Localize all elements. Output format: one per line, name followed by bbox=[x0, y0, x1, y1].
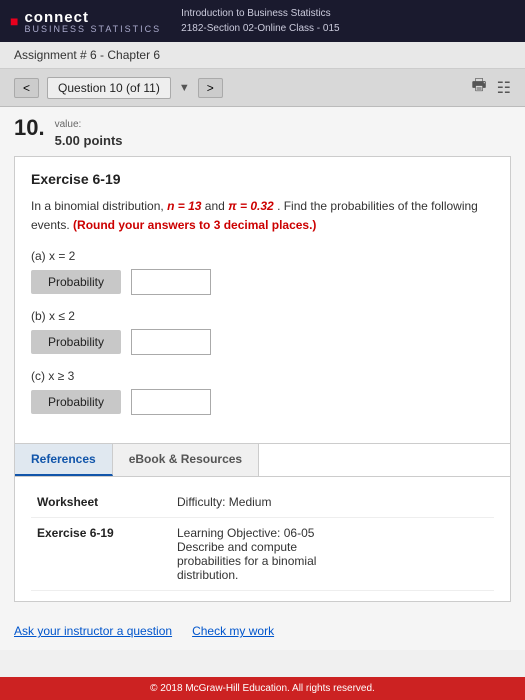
prev-question-button[interactable]: < bbox=[14, 78, 39, 98]
desc-part1: In a binomial distribution, bbox=[31, 199, 167, 213]
assignment-bar: Assignment # 6 - Chapter 6 bbox=[0, 42, 525, 69]
exercise-val-2: Describe and compute bbox=[177, 540, 297, 554]
exercise-title: Exercise 6-19 bbox=[31, 171, 494, 187]
sub-question-c: (c) x ≥ 3 Probability bbox=[31, 369, 494, 415]
sub-b-text: (b) x ≤ 2 bbox=[31, 309, 75, 323]
table-row-exercise: Exercise 6-19 Learning Objective: 06-05 … bbox=[31, 518, 494, 591]
question-points: 5.00 points bbox=[55, 133, 123, 148]
exercise-card: Exercise 6-19 In a binomial distribution… bbox=[14, 156, 511, 444]
prob-row-b: Probability bbox=[31, 329, 494, 355]
course-line1: Introduction to Business Statistics bbox=[181, 8, 331, 19]
sub-a-text: (a) x = 2 bbox=[31, 249, 75, 263]
tab-ebook[interactable]: eBook & Resources bbox=[113, 444, 259, 476]
sub-question-b: (b) x ≤ 2 Probability bbox=[31, 309, 494, 355]
prob-input-c[interactable] bbox=[131, 389, 211, 415]
exercise-val-1: Learning Objective: 06-05 bbox=[177, 526, 314, 540]
references-table: Worksheet Difficulty: Medium Exercise 6-… bbox=[31, 487, 494, 591]
sub-question-a: (a) x = 2 Probability bbox=[31, 249, 494, 295]
tab-references[interactable]: References bbox=[15, 444, 113, 476]
worksheet-value: Difficulty: Medium bbox=[171, 487, 494, 518]
references-tabs: References eBook & Resources bbox=[15, 444, 510, 477]
next-question-button[interactable]: > bbox=[198, 78, 223, 98]
table-row-worksheet: Worksheet Difficulty: Medium bbox=[31, 487, 494, 518]
question-nav-bar: < Question 10 (of 11) ▼ > 🖶 ☷ bbox=[0, 69, 525, 107]
question-number: 10. bbox=[14, 117, 45, 139]
prob-label-b: Probability bbox=[31, 330, 121, 354]
sub-b-label: (b) x ≤ 2 bbox=[31, 309, 494, 323]
question-value-label: value: bbox=[55, 117, 123, 133]
grid-icon[interactable]: ☷ bbox=[497, 78, 511, 98]
course-info: Introduction to Business Statistics 2182… bbox=[181, 6, 339, 36]
worksheet-label: Worksheet bbox=[31, 487, 171, 518]
main-content: 10. value: 5.00 points Exercise 6-19 In … bbox=[0, 107, 525, 612]
prob-label-c: Probability bbox=[31, 390, 121, 414]
desc-n-val: n = 13 bbox=[167, 199, 201, 213]
logo-icon: ■ bbox=[10, 13, 18, 29]
course-line2: 2182-Section 02-Online Class - 015 bbox=[181, 23, 339, 34]
nav-dropdown-icon[interactable]: ▼ bbox=[179, 82, 190, 94]
logo-text: connect bbox=[24, 9, 89, 26]
ask-instructor-link[interactable]: Ask your instructor a question bbox=[14, 624, 172, 638]
prob-row-c: Probability bbox=[31, 389, 494, 415]
app-header: ■ connect BUSINESS STATISTICS Introducti… bbox=[0, 0, 525, 42]
page-footer: © 2018 McGraw-Hill Education. All rights… bbox=[0, 677, 525, 700]
prob-label-a: Probability bbox=[31, 270, 121, 294]
logo-sub: BUSINESS STATISTICS bbox=[24, 24, 161, 34]
assignment-label: Assignment # 6 - Chapter 6 bbox=[14, 48, 160, 62]
references-content: Worksheet Difficulty: Medium Exercise 6-… bbox=[15, 477, 510, 601]
round-note: (Round your answers to 3 decimal places.… bbox=[73, 218, 316, 232]
desc-pi-val: π = 0.32 bbox=[228, 199, 274, 213]
bottom-links-bar: Ask your instructor a question Check my … bbox=[0, 612, 525, 650]
exercise-val-4: distribution. bbox=[177, 568, 238, 582]
sub-c-label: (c) x ≥ 3 bbox=[31, 369, 494, 383]
exercise-ref-value: Learning Objective: 06-05 Describe and c… bbox=[171, 518, 494, 591]
logo-container: ■ connect BUSINESS STATISTICS bbox=[10, 9, 161, 34]
exercise-description: In a binomial distribution, n = 13 and π… bbox=[31, 197, 494, 235]
references-section: References eBook & Resources Worksheet D… bbox=[14, 444, 511, 602]
check-work-link[interactable]: Check my work bbox=[192, 624, 274, 638]
nav-icons-area: 🖶 ☷ bbox=[472, 74, 511, 101]
exercise-ref-label: Exercise 6-19 bbox=[31, 518, 171, 591]
exercise-val-3: probabilities for a binomial bbox=[177, 554, 316, 568]
print-icon[interactable]: 🖶 bbox=[472, 74, 487, 101]
footer-text: © 2018 McGraw-Hill Education. All rights… bbox=[150, 683, 375, 694]
question-header: 10. value: 5.00 points bbox=[14, 117, 511, 148]
prob-input-b[interactable] bbox=[131, 329, 211, 355]
prob-row-a: Probability bbox=[31, 269, 494, 295]
question-label: Question 10 (of 11) bbox=[47, 77, 171, 99]
sub-a-label: (a) x = 2 bbox=[31, 249, 494, 263]
prob-input-a[interactable] bbox=[131, 269, 211, 295]
sub-c-text: (c) x ≥ 3 bbox=[31, 369, 74, 383]
desc-and: and bbox=[205, 199, 228, 213]
